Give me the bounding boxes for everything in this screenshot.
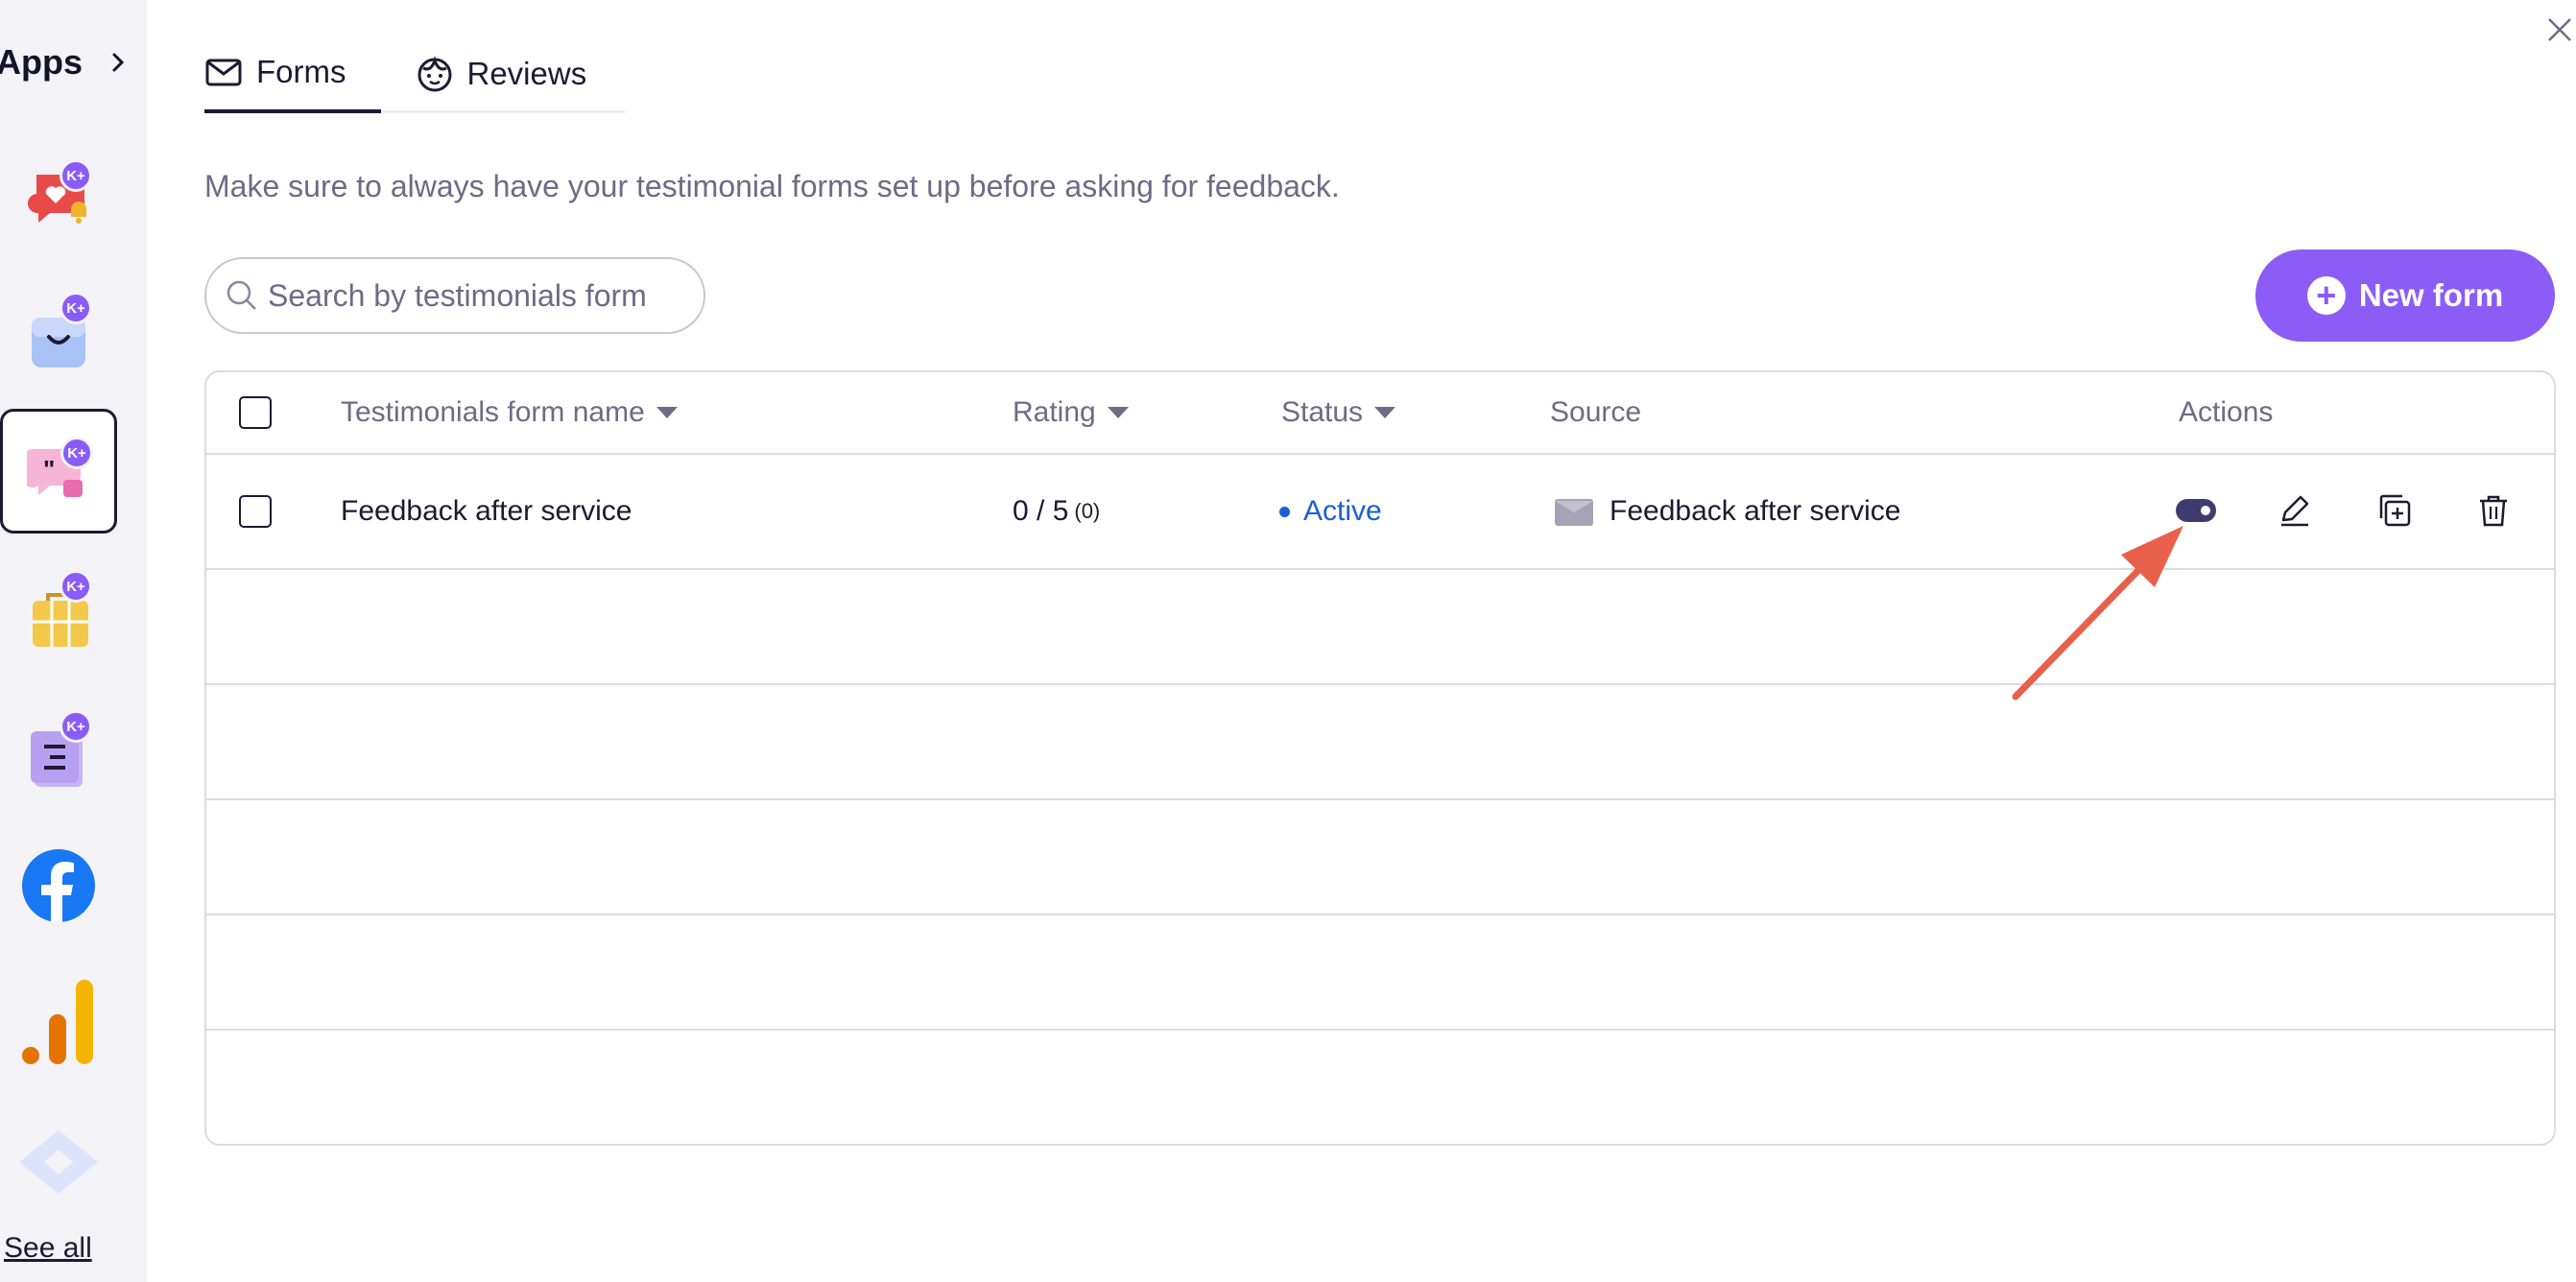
edit-button[interactable] [2268,484,2322,537]
status-badge: Active [1303,495,1382,527]
analytics-bars-icon [22,980,93,1064]
header-actions: Actions [2179,372,2273,453]
header-name-label: Testimonials form name [341,396,645,428]
header-rating-label: Rating [1013,396,1096,428]
sidebar-app-4[interactable]: K+ [0,557,117,681]
sidebar-app-facebook[interactable] [0,823,117,948]
table-row-empty [206,570,2554,685]
header-actions-label: Actions [2179,396,2274,428]
status-dot-icon [1279,506,1290,517]
apps-sidebar: Apps K+ K+ " K+ K+ K+ See all [0,0,147,1282]
source-name: Feedback after service [1610,495,1901,527]
diamond-tag-icon [19,1130,98,1194]
sort-caret-icon[interactable] [656,407,678,418]
select-all-checkbox[interactable] [239,396,272,429]
forms-table: Testimonials form name Rating Status Sou… [204,370,2556,1146]
k-plus-badge: K+ [60,437,93,469]
sort-caret-icon[interactable] [1107,407,1129,418]
pencil-icon [2281,495,2309,527]
see-all-link[interactable]: See all [4,1232,92,1265]
status-cell: Active [1279,455,1382,568]
close-icon[interactable] [2543,13,2572,42]
table-row[interactable]: Feedback after service 0 / 5 (0) Active … [206,455,2554,570]
envelope-source-icon [1555,499,1593,526]
trash-icon [2480,495,2507,527]
table-row-empty [206,915,2554,1031]
k-plus-badge: K+ [60,159,92,192]
tab-forms[interactable]: Forms [204,35,381,113]
row-select-cell [239,455,272,568]
table-header-row: Testimonials form name Rating Status Sou… [206,372,2554,455]
tab-bar: Forms Reviews [204,35,625,113]
apps-title: Apps [0,42,83,82]
rating-count: (0) [1074,499,1101,523]
tab-forms-label: Forms [256,54,346,89]
table-row-empty [206,800,2554,915]
search-input[interactable] [268,277,690,314]
new-form-button[interactable]: + New form [2255,249,2555,342]
intro-text: Make sure to always have your testimonia… [204,169,1340,203]
header-source-label: Source [1550,396,1642,428]
rating-value: 0 / 5 [1013,495,1069,527]
search-box[interactable] [204,257,705,334]
toggle-active-switch[interactable] [2169,484,2223,537]
header-rating[interactable]: Rating [1013,372,1129,453]
select-all-cell [239,372,272,453]
sidebar-app-1[interactable]: K+ [0,134,117,259]
face-icon [417,56,451,92]
row-checkbox[interactable] [239,495,272,528]
sidebar-app-2[interactable]: K+ [0,278,117,403]
envelope-icon [205,59,242,86]
sidebar-app-analytics[interactable] [0,960,117,1084]
k-plus-badge: K+ [60,710,92,743]
rating-cell: 0 / 5 (0) [1013,455,1100,568]
k-plus-badge: K+ [60,570,92,603]
new-form-label: New form [2358,277,2504,313]
tab-reviews[interactable]: Reviews [416,35,587,113]
header-name[interactable]: Testimonials form name [341,372,678,453]
sidebar-app-8[interactable] [0,1100,117,1224]
plus-circle-icon: + [2306,276,2346,315]
source-cell: Feedback after service [1554,455,1900,568]
tab-reviews-label: Reviews [466,56,587,91]
table-row-empty [206,685,2554,800]
form-name[interactable]: Feedback after service [341,455,632,568]
apps-header[interactable]: Apps [0,42,129,83]
sort-caret-icon[interactable] [1374,407,1396,418]
toggle-icon [2176,499,2216,522]
search-icon [227,280,256,310]
header-status-label: Status [1281,396,1364,428]
sidebar-app-5[interactable]: K+ [0,697,117,821]
duplicate-button[interactable] [2368,484,2421,537]
facebook-icon [22,849,95,922]
header-source: Source [1550,372,1641,453]
sidebar-app-testimonials[interactable]: " K+ [0,409,117,534]
k-plus-badge: K+ [60,292,92,324]
duplicate-icon [2379,494,2411,527]
header-status[interactable]: Status [1281,372,1396,453]
svg-text:": " [43,455,55,484]
chevron-right-icon [112,53,125,72]
delete-button[interactable] [2467,484,2520,537]
